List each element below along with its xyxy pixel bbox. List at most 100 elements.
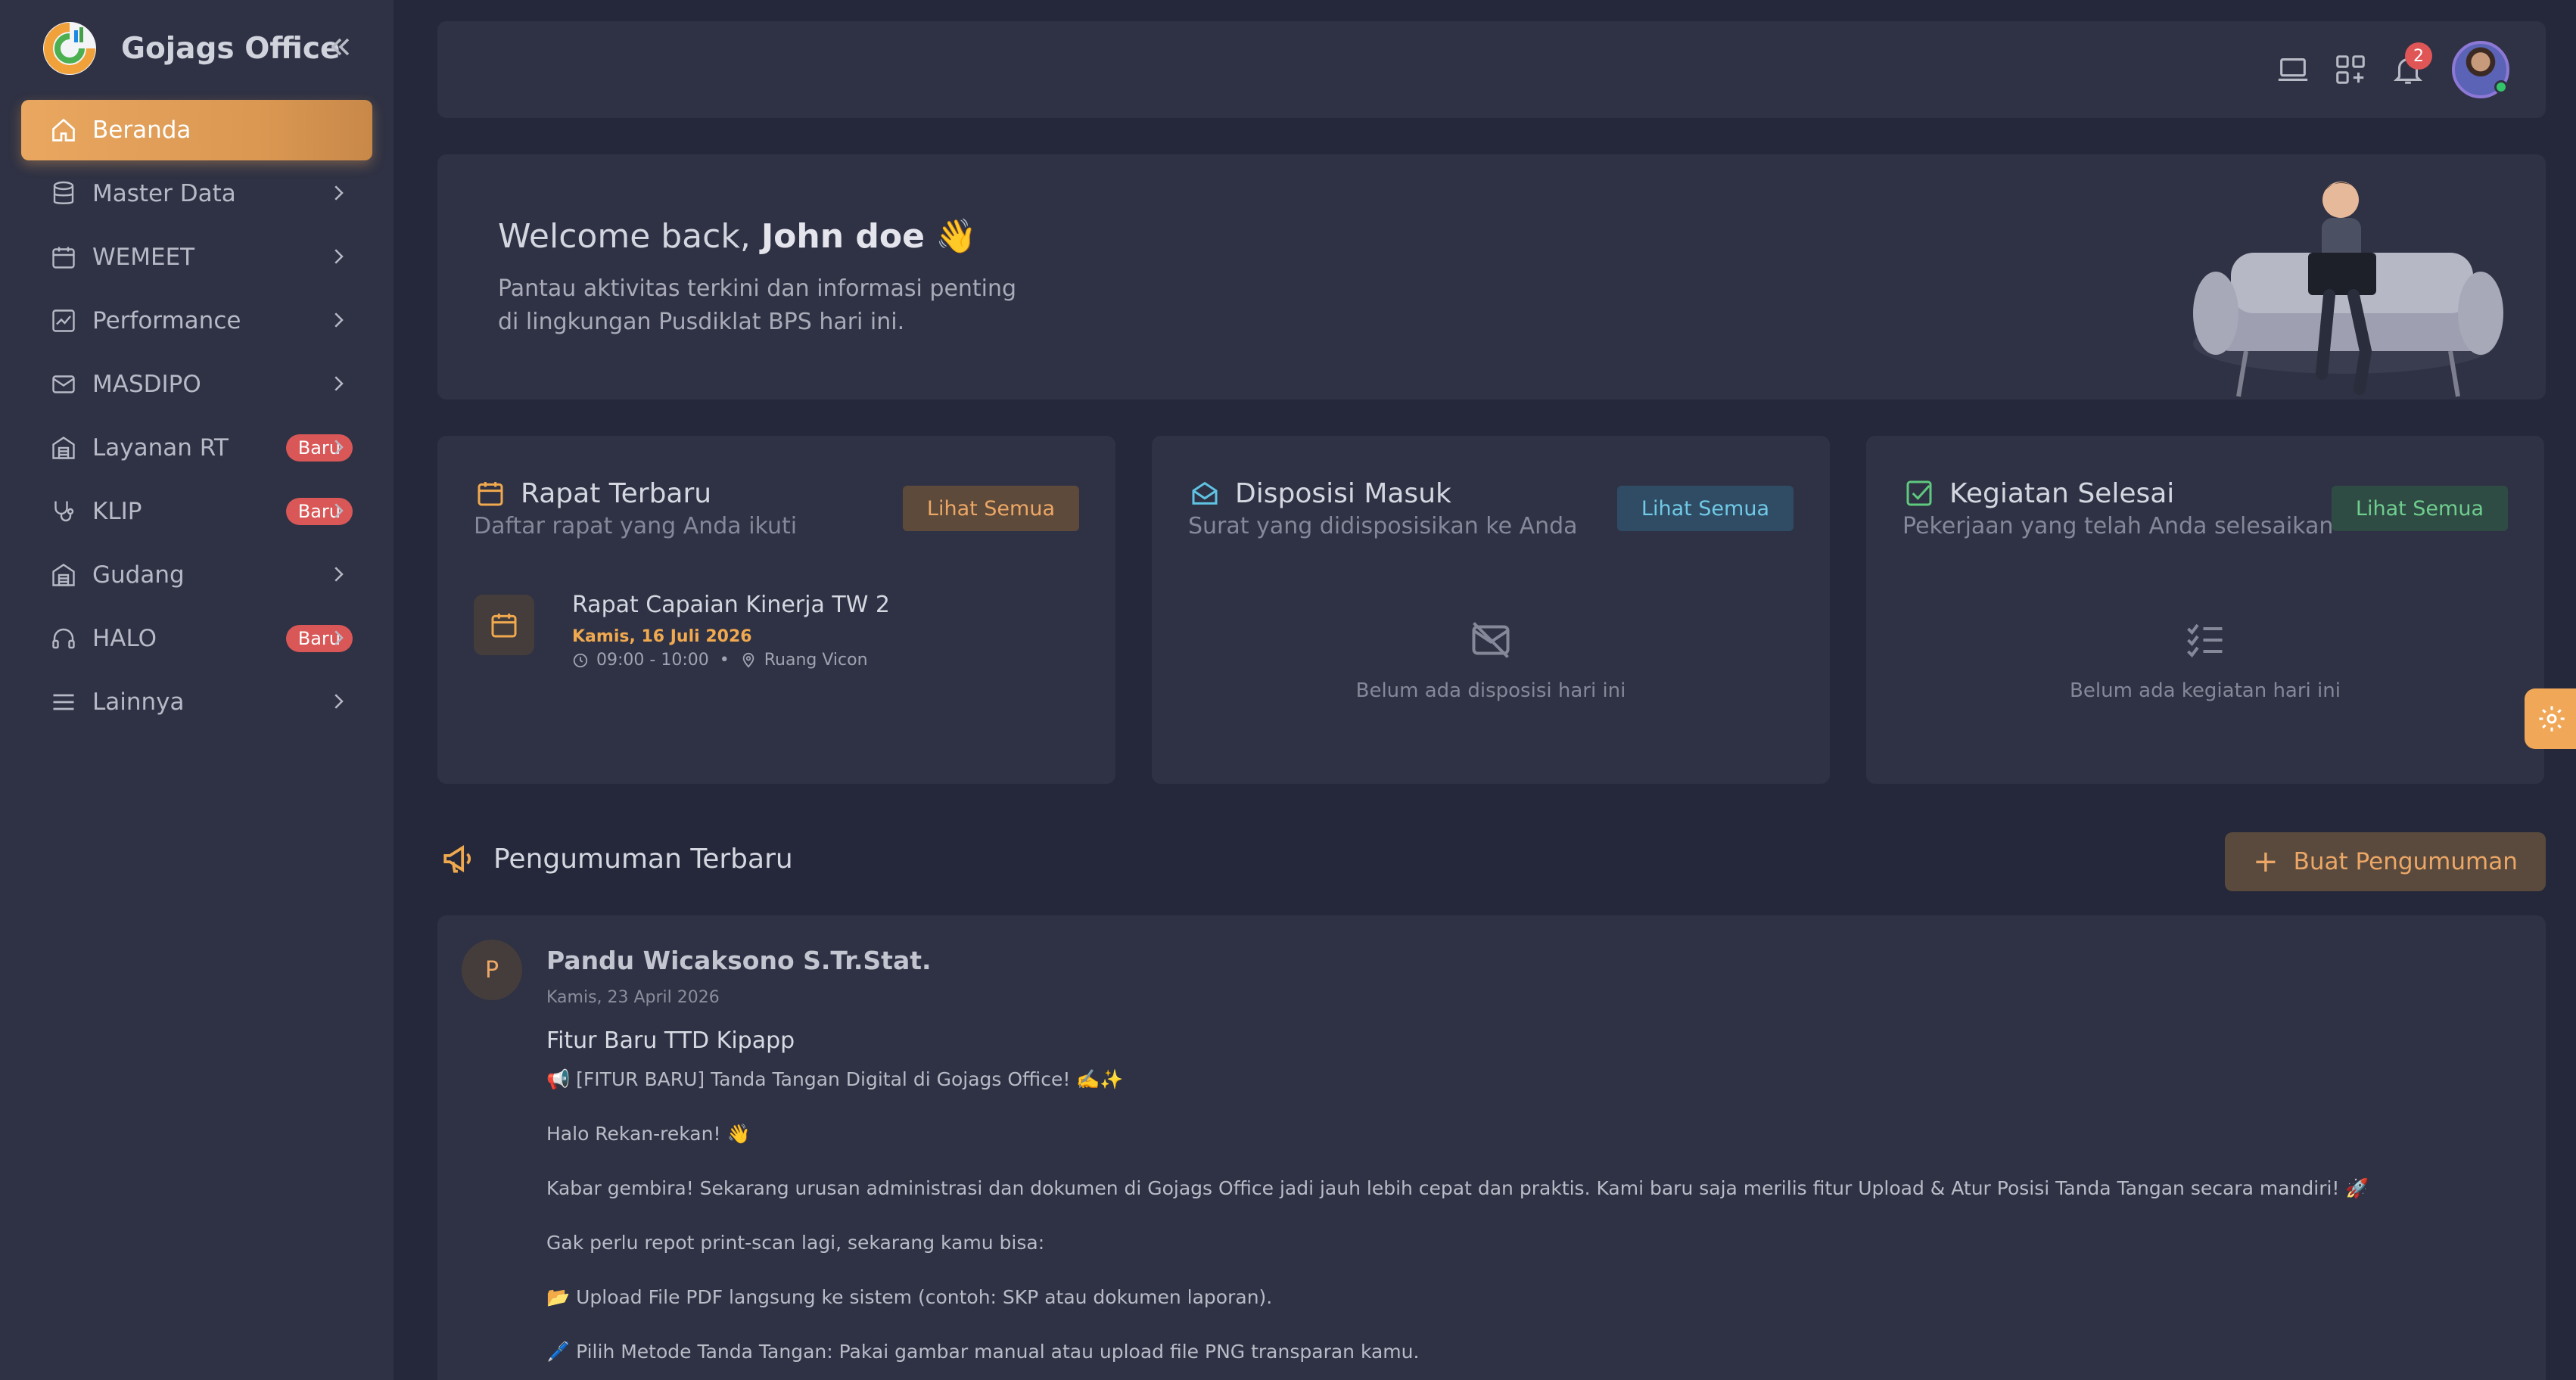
welcome-greeting: Welcome back,	[498, 217, 751, 256]
headset-icon	[48, 623, 79, 654]
home-icon	[48, 115, 79, 145]
chevron-right-icon	[327, 690, 350, 713]
card-title: Kegiatan Selesai	[1949, 477, 2175, 509]
sidebar-item-lainnya[interactable]: Lainnya	[21, 672, 372, 732]
checklist-icon	[2182, 617, 2228, 663]
see-all-button[interactable]: Lihat Semua	[2331, 486, 2508, 531]
meeting-location: Ruang Vicon	[764, 651, 868, 670]
mail-open-icon	[1188, 477, 1221, 510]
laptop-button[interactable]	[2273, 50, 2313, 89]
warehouse-icon	[48, 560, 79, 590]
settings-button[interactable]	[2525, 688, 2576, 749]
chevron-right-icon	[327, 372, 350, 395]
see-all-button[interactable]: Lihat Semua	[1616, 486, 1794, 531]
kegiatan-selesai-card: Kegiatan Selesai Pekerjaan yang telah An…	[1866, 436, 2544, 784]
card-subtitle: Daftar rapat yang Anda ikuti	[474, 513, 798, 539]
sidebar-item-masdipo[interactable]: MASDIPO	[21, 354, 372, 415]
wave-emoji: 👋	[935, 217, 977, 256]
double-chevron-left-icon	[331, 38, 350, 56]
chart-icon	[48, 306, 79, 336]
sidebar-item-gudang[interactable]: Gudang	[21, 545, 372, 605]
chevron-right-icon	[327, 626, 350, 649]
sidebar-item-label: Layanan RT	[92, 434, 229, 462]
apps-button[interactable]	[2331, 50, 2370, 89]
meeting-calendar-icon	[474, 595, 534, 655]
see-all-button[interactable]: Lihat Semua	[902, 486, 1079, 531]
check-square-icon	[1902, 477, 1936, 510]
notifications-button[interactable]: 2	[2388, 42, 2432, 89]
card-title: Rapat Terbaru	[521, 477, 712, 509]
sidebar-item-wemeet[interactable]: WEMEET	[21, 227, 372, 288]
post-title: Fitur Baru TTD Kipapp	[546, 1027, 795, 1054]
empty-state: Belum ada disposisi hari ini	[1152, 617, 1830, 702]
laptop-icon	[2278, 58, 2308, 81]
building-icon	[48, 433, 79, 463]
sidebar-item-label: Beranda	[92, 117, 191, 144]
post-line: 🖊️ Pilih Metode Tanda Tangan: Pakai gamb…	[546, 1341, 1420, 1363]
sidebar-nav: Beranda Master Data WEMEET Performance M…	[21, 100, 372, 735]
app-logo-icon	[43, 22, 96, 75]
welcome-title: Welcome back, John doe 👋	[498, 216, 977, 256]
brand[interactable]: Gojags Office	[41, 20, 340, 77]
calendar-icon	[474, 477, 507, 510]
meeting-meta: 09:00 - 10:00 • Ruang Vicon	[572, 651, 1102, 670]
disposisi-masuk-card: Disposisi Masuk Surat yang didisposisika…	[1152, 436, 1830, 784]
sidebar-item-master-data[interactable]: Master Data	[21, 163, 372, 224]
announcements-header: Pengumuman Terbaru	[440, 840, 793, 878]
card-subtitle: Pekerjaan yang telah Anda selesaikan	[1902, 513, 2334, 539]
stethoscope-icon	[48, 496, 79, 527]
meeting-title: Rapat Capaian Kinerja TW 2	[572, 592, 890, 618]
database-icon	[48, 179, 79, 209]
welcome-subtitle: Pantau aktivitas terkini dan informasi p…	[498, 272, 1028, 339]
post-date: Kamis, 23 April 2026	[546, 988, 720, 1007]
chevron-right-icon	[327, 309, 350, 331]
empty-state-text: Belum ada disposisi hari ini	[1355, 679, 1626, 702]
sidebar: Gojags Office Beranda Master Data WEMEET	[0, 0, 394, 1380]
sidebar-item-layanan-rt[interactable]: Layanan RT Baru	[21, 418, 372, 478]
sidebar-item-label: HALO	[92, 625, 157, 652]
create-announcement-label: Buat Pengumuman	[2293, 848, 2518, 875]
post-line: Halo Rekan-rekan! 👋	[546, 1123, 751, 1145]
sidebar-item-performance[interactable]: Performance	[21, 291, 372, 351]
post-line: Kabar gembira! Sekarang urusan administr…	[546, 1177, 2369, 1199]
chevron-right-icon	[327, 436, 350, 458]
welcome-subtitle-line: di lingkungan Pusdiklat BPS hari ini.	[498, 309, 905, 335]
card-subtitle: Surat yang didisposisikan ke Anda	[1188, 513, 1578, 539]
plus-icon: +	[2253, 844, 2279, 879]
chevron-right-icon	[327, 499, 350, 522]
mail-icon	[48, 369, 79, 399]
rapat-terbaru-card: Rapat Terbaru Daftar rapat yang Anda iku…	[437, 436, 1115, 784]
apps-grid-icon	[2336, 55, 2365, 84]
welcome-banner: Welcome back, John doe 👋 Pantau aktivita…	[437, 154, 2546, 399]
author-avatar: P	[462, 940, 522, 1000]
sidebar-item-klip[interactable]: KLIP Baru	[21, 481, 372, 542]
clock-icon	[573, 653, 588, 667]
calendar-icon	[48, 242, 79, 272]
separator-dot: •	[719, 651, 730, 670]
chevron-right-icon	[327, 245, 350, 268]
sidebar-item-label: KLIP	[92, 498, 142, 525]
meeting-date: Kamis, 16 Juli 2026	[572, 627, 752, 646]
collapse-sidebar-button[interactable]	[325, 32, 356, 62]
chevron-right-icon	[327, 182, 350, 204]
post-line: 📂 Upload File PDF langsung ke sistem (co…	[546, 1286, 1273, 1308]
gear-icon	[2539, 706, 2565, 732]
user-name: John doe	[761, 217, 925, 256]
user-avatar[interactable]	[2452, 41, 2509, 98]
hero-illustration	[2193, 182, 2503, 397]
megaphone-icon	[443, 845, 471, 873]
empty-state: Belum ada kegiatan hari ini	[1866, 617, 2544, 702]
topbar: 2	[437, 21, 2546, 118]
notification-count-badge: 2	[2405, 42, 2432, 70]
menu-icon	[48, 687, 79, 717]
create-announcement-button[interactable]: + Buat Pengumuman	[2225, 832, 2546, 891]
sidebar-item-beranda[interactable]: Beranda	[21, 100, 372, 160]
post-author: Pandu Wicaksono S.Tr.Stat.	[546, 946, 932, 975]
mail-off-icon	[1468, 617, 1514, 663]
app-name: Gojags Office	[121, 31, 341, 66]
online-status-dot	[2494, 80, 2508, 94]
post-line: Gak perlu repot print-scan lagi, sekaran…	[546, 1232, 1045, 1254]
location-pin-icon	[742, 652, 754, 668]
sidebar-item-halo[interactable]: HALO Baru	[21, 608, 372, 669]
empty-state-text: Belum ada kegiatan hari ini	[2070, 679, 2341, 702]
